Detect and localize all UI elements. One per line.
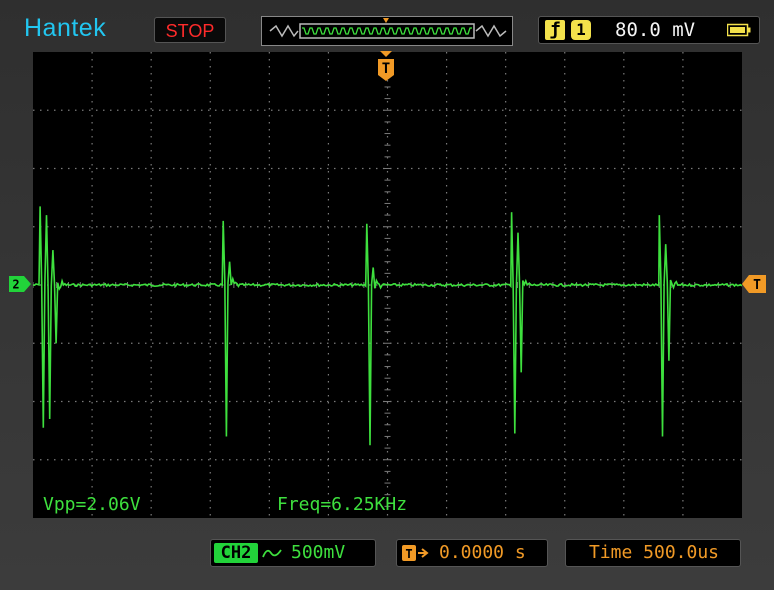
trigger-offset-value: 0.0000 s: [439, 542, 526, 563]
waveform-plot: [33, 52, 742, 518]
battery-icon: [727, 23, 751, 37]
channel-2-ground-marker[interactable]: 2: [9, 276, 31, 292]
ac-coupling-icon: [262, 549, 282, 558]
volts-per-div: 500mV: [291, 542, 346, 563]
trigger-source-badge: 1: [571, 20, 591, 40]
trigger-offset-panel[interactable]: T 0.0000 s: [396, 539, 548, 567]
memory-window-icon: [269, 18, 507, 39]
trigger-settings-panel[interactable]: ƒ 1 80.0 mV: [538, 16, 760, 44]
svg-text:2: 2: [12, 278, 19, 292]
channel-2-settings[interactable]: CH2 500mV: [210, 539, 376, 567]
trigger-position-marker[interactable]: T: [377, 51, 395, 81]
oscilloscope-frame: Hantek STOP ƒ 1 80.0 mV Vpp=2.06V Freq=6…: [0, 0, 774, 590]
timebase-panel[interactable]: Time 500.0us: [565, 539, 741, 567]
frequency-measurement: Freq=6.25KHz: [277, 494, 408, 515]
svg-text:T: T: [382, 61, 390, 77]
svg-text:T: T: [753, 278, 761, 293]
vpp-measurement: Vpp=2.06V: [43, 494, 141, 515]
timebase-overview-bar: [261, 16, 513, 46]
svg-text:T: T: [405, 547, 412, 561]
channel-label: CH2: [214, 543, 258, 563]
waveform-display[interactable]: Vpp=2.06V Freq=6.25KHz: [33, 52, 742, 518]
trigger-level-value: 80.0 mV: [615, 19, 696, 41]
rising-edge-icon: ƒ: [545, 20, 565, 40]
trigger-level-marker[interactable]: T: [742, 275, 766, 293]
trigger-offset-icon: T: [402, 545, 429, 561]
timebase-value: Time 500.0us: [588, 542, 720, 563]
brand-logo: Hantek: [24, 14, 107, 42]
run-stop-status[interactable]: STOP: [154, 17, 226, 43]
